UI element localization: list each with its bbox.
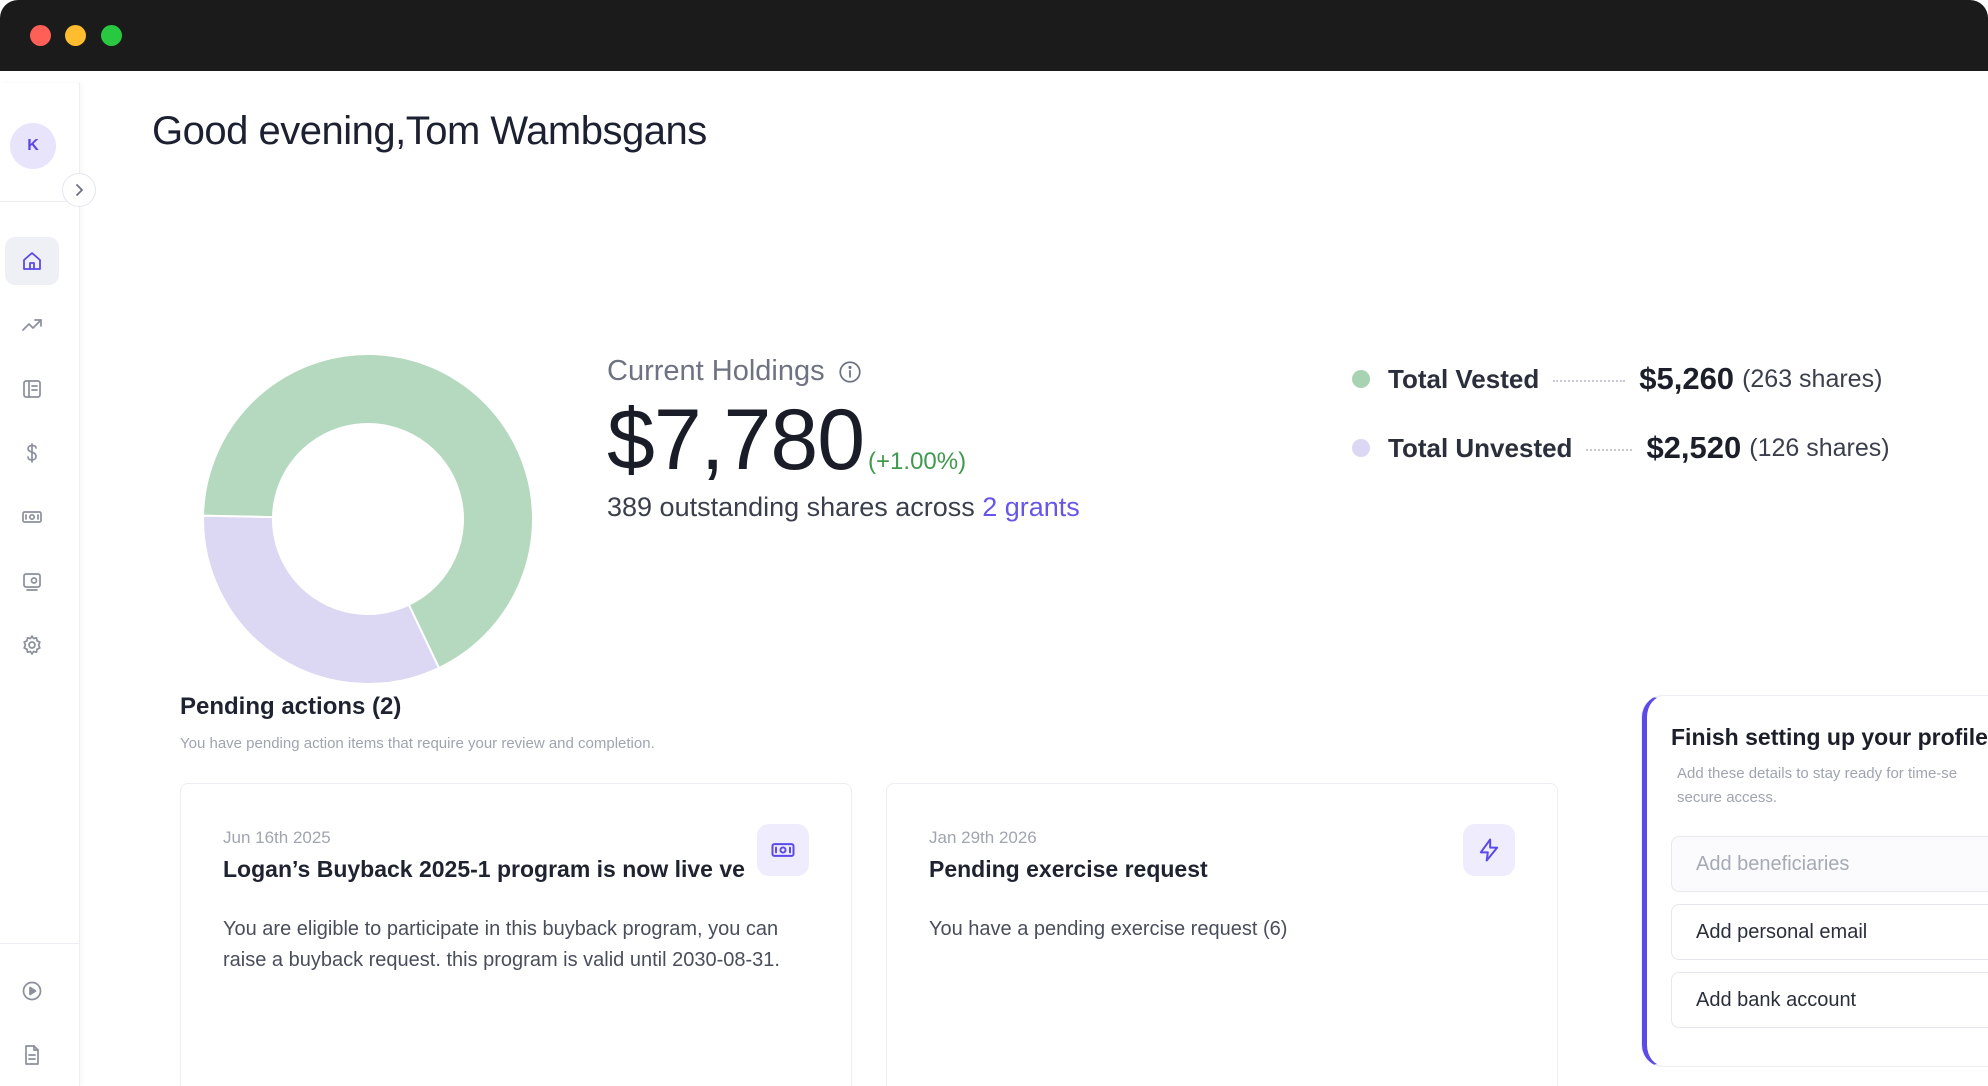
add-beneficiaries-button[interactable]: Add beneficiaries (1671, 836, 1988, 892)
card-icon-badge (1463, 824, 1515, 876)
add-personal-email-button[interactable]: Add personal email (1671, 904, 1988, 960)
dollar-icon (27, 443, 37, 463)
pending-action-card[interactable]: Jun 16th 2025 Logan’s Buyback 2025-1 pro… (180, 783, 852, 1086)
banknote-icon (771, 843, 795, 857)
ledger-icon (23, 380, 41, 398)
sidebar-item-payouts[interactable] (5, 557, 59, 605)
card-description: You have a pending exercise request (6) (929, 918, 1288, 940)
sidebar-item-performance[interactable] (5, 301, 59, 349)
sidebar-item-tutorial[interactable] (5, 967, 59, 1015)
sidebar-item-buyback[interactable] (5, 493, 59, 541)
add-bank-account-button[interactable]: Add bank account (1671, 972, 1988, 1028)
profile-setup-panel: Finish setting up your profile Add these… (1642, 695, 1988, 1067)
legend-value: $2,520 (1646, 430, 1742, 465)
holdings-label: Current Holdings (607, 355, 825, 387)
sidebar-item-documents[interactable] (5, 1031, 59, 1079)
sidebar-divider (0, 943, 80, 944)
window-titlebar (0, 0, 1988, 71)
card-title: Logan’s Buyback 2025-1 program is now li… (223, 856, 745, 882)
trending-up-icon (22, 319, 42, 331)
legend-leader (1553, 380, 1626, 382)
sidebar-item-home[interactable] (5, 237, 59, 285)
holdings-value: $7,780 (607, 392, 865, 488)
maximize-window-button[interactable] (101, 25, 122, 46)
pending-actions-subtitle: You have pending action items that requi… (180, 735, 655, 752)
pending-action-card[interactable]: Jan 29th 2026 Pending exercise request Y… (886, 783, 1558, 1086)
banknote-icon (22, 511, 42, 523)
page-title: Good evening,Tom Wambsgans (152, 109, 707, 153)
wallet-icon (23, 573, 41, 591)
sidebar-item-transactions[interactable] (5, 429, 59, 477)
app-content: K Good evening,Tom Wambsgans Current Hol… (0, 71, 1988, 1086)
pending-actions-title: Pending actions (2) (180, 693, 402, 720)
holdings-value-row: $7,780 (+1.00%) (607, 392, 1080, 488)
profile-setup-title: Finish setting up your profile (1671, 724, 1988, 750)
current-holdings: Current Holdings $7,780 (+1.00%) 389 out… (607, 355, 1080, 523)
home-icon (23, 252, 41, 270)
legend-item-vested: Total Vested $5,260 (263 shares) (1352, 359, 1882, 399)
card-date: Jun 16th 2025 (223, 828, 331, 847)
legend-shares: (126 shares) (1749, 433, 1890, 462)
play-circle-icon (22, 981, 42, 1001)
legend-label: Total Unvested (1388, 432, 1573, 463)
avatar[interactable]: K (10, 123, 56, 169)
legend-label: Total Vested (1388, 363, 1540, 394)
legend-shares: (263 shares) (1742, 364, 1883, 393)
legend-swatch (1352, 439, 1370, 457)
card-date: Jan 29th 2026 (929, 828, 1037, 847)
info-icon[interactable] (837, 359, 863, 385)
holdings-summary: 389 outstanding shares across 2 grants (607, 492, 1080, 523)
gear-icon (23, 635, 41, 655)
sidebar-expand-button[interactable] (62, 173, 96, 207)
close-window-button[interactable] (30, 25, 51, 46)
sidebar: K (0, 83, 80, 1086)
grants-link[interactable]: 2 grants (982, 492, 1080, 522)
holdings-label-row: Current Holdings (607, 355, 1080, 388)
sidebar-item-settings[interactable] (5, 621, 59, 669)
holdings-change: (+1.00%) (868, 448, 967, 475)
donut-slice-total-unvested[interactable] (202, 514, 441, 685)
legend-leader (1586, 449, 1633, 451)
card-icon-badge (757, 824, 809, 876)
chevron-right-icon (76, 184, 83, 196)
minimize-window-button[interactable] (65, 25, 86, 46)
document-icon (25, 1045, 39, 1065)
card-description: You are eligible to participate in this … (223, 918, 780, 971)
profile-setup-subtitle: Add these details to stay ready for time… (1677, 765, 1958, 806)
holdings-donut-chart (202, 353, 534, 685)
legend-swatch (1352, 370, 1370, 388)
holdings-summary-text: 389 outstanding shares across (607, 492, 983, 522)
legend-value: $5,260 (1639, 361, 1735, 396)
legend-item-unvested: Total Unvested $2,520 (126 shares) (1352, 428, 1890, 468)
sidebar-item-grants[interactable] (5, 365, 59, 413)
lightning-icon (1479, 838, 1499, 862)
card-title: Pending exercise request (929, 856, 1208, 882)
